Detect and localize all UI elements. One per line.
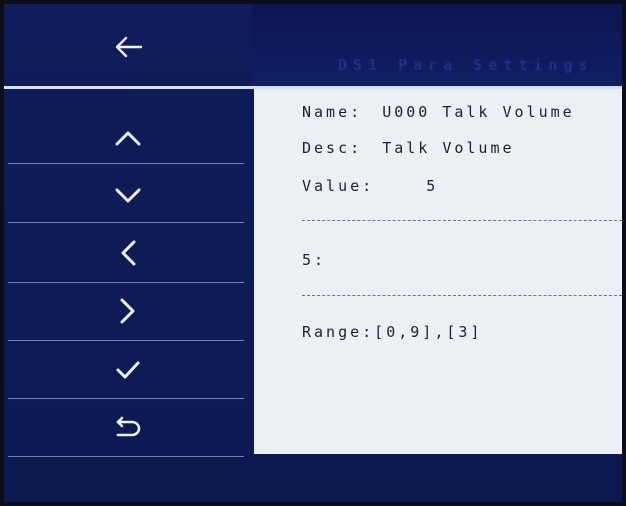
range-text: Range:[0,9],[3] <box>302 323 483 341</box>
chevron-down-icon <box>115 188 141 203</box>
value-row: Value: 5 <box>302 177 438 195</box>
dashed-divider <box>302 220 622 221</box>
value-edit-field[interactable]: 5: <box>302 251 326 269</box>
return-button[interactable] <box>4 407 252 449</box>
sidebar-divider <box>8 398 244 399</box>
bottom-bar <box>252 454 622 502</box>
name-label: Name: <box>302 103 363 121</box>
page-title: DS1 Para Settings <box>338 56 594 74</box>
back-button[interactable] <box>4 22 252 72</box>
sidebar-divider <box>8 163 244 164</box>
check-icon <box>116 361 140 379</box>
header-bar: DS1 Para Settings <box>252 4 622 88</box>
sidebar-divider <box>8 282 244 283</box>
back-arrow-icon <box>115 36 143 58</box>
value-text: 5 <box>426 177 439 195</box>
right-button[interactable] <box>4 290 252 332</box>
down-button[interactable] <box>4 174 252 216</box>
left-button[interactable] <box>4 232 252 274</box>
param-panel: Name: U000 Talk Volume Desc: Talk Volume… <box>254 89 622 454</box>
confirm-button[interactable] <box>4 349 252 391</box>
desc-label: Desc: <box>302 139 363 157</box>
return-icon <box>116 416 141 437</box>
dashed-divider <box>302 295 622 296</box>
sidebar <box>4 4 252 502</box>
chevron-up-icon <box>115 131 141 146</box>
device-screen: DS1 Para Settings Name: U000 Talk Volume… <box>4 4 622 502</box>
value-label: Value: <box>302 177 375 195</box>
name-value: U000 Talk Volume <box>382 103 575 121</box>
desc-value: Talk Volume <box>382 139 515 157</box>
sidebar-divider <box>8 456 244 457</box>
sidebar-divider <box>8 340 244 341</box>
name-row: Name: U000 Talk Volume <box>302 103 575 121</box>
sidebar-divider <box>8 222 244 223</box>
up-button[interactable] <box>4 117 252 159</box>
desc-row: Desc: Talk Volume <box>302 139 515 157</box>
chevron-left-icon <box>121 240 136 266</box>
chevron-right-icon <box>120 298 135 324</box>
